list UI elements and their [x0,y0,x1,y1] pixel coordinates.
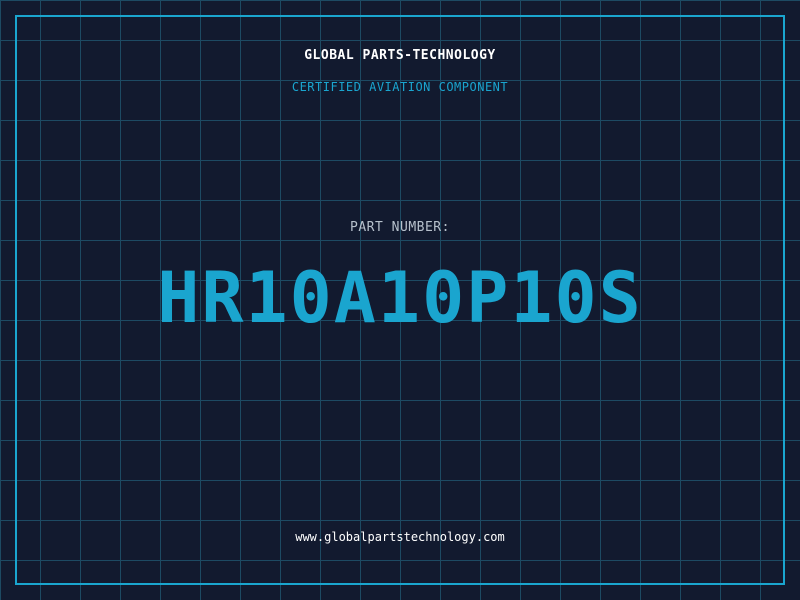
part-number-value: HR10A10P10S [157,257,643,339]
part-number-label: PART NUMBER: [350,220,450,235]
website-url: www.globalpartstechnology.com [295,530,505,544]
company-name: GLOBAL PARTS-TECHNOLOGY [304,48,496,63]
company-tagline: CERTIFIED AVIATION COMPONENT [291,80,509,94]
